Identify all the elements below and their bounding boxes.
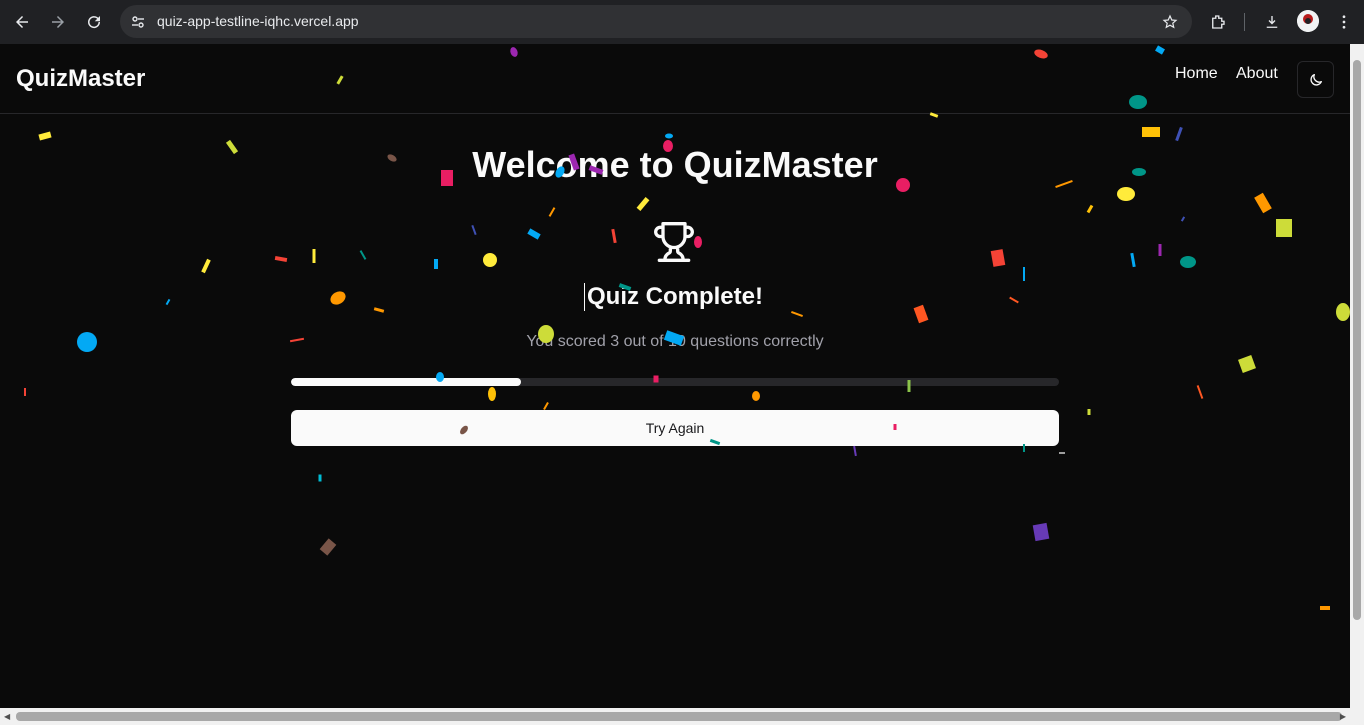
confetti-piece [1023,267,1025,281]
profile-avatar[interactable] [1297,10,1319,32]
confetti-piece [853,445,857,457]
confetti-piece [312,249,316,263]
confetti-piece [1320,606,1330,610]
quiz-complete-heading: Quiz Complete! [586,283,763,310]
confetti-piece [1158,244,1162,256]
menu-kebab-icon[interactable] [1332,10,1356,34]
site-header: QuizMaster Home About [0,44,1350,114]
trophy-icon [654,222,694,262]
moon-icon [1309,73,1322,86]
page: QuizMaster Home About Welcome to QuizMas… [0,44,1350,708]
score-progress-fill [291,378,522,386]
confetti-piece [791,311,803,317]
confetti-piece [201,258,211,274]
confetti-piece [636,197,650,211]
horizontal-scrollbar-thumb[interactable] [16,712,1342,721]
confetti-piece [38,131,52,141]
confetti-piece [471,224,477,236]
confetti-piece [1196,385,1204,399]
confetti-piece [1130,252,1136,268]
confetti-piece [1175,126,1183,142]
confetti-piece [488,387,496,401]
confetti-piece [1180,256,1196,268]
nav-about-link[interactable]: About [1236,65,1278,83]
vertical-scrollbar-thumb[interactable] [1353,60,1361,620]
horizontal-scrollbar[interactable]: ◀ ▶ [0,708,1364,725]
confetti-piece [319,538,337,556]
toolbar-divider [1244,13,1245,31]
scroll-right-icon[interactable]: ▶ [1340,712,1346,721]
site-info-icon[interactable] [128,12,148,32]
confetti-piece [1254,192,1272,214]
bookmark-star-icon[interactable] [1160,12,1180,32]
confetti-piece [527,228,541,240]
address-bar[interactable]: quiz-app-testline-iqhc.vercel.app [120,5,1192,38]
confetti-piece [548,207,556,217]
confetti-piece [1117,187,1135,201]
text-caret [584,283,585,311]
score-progress-bar [291,378,1059,386]
confetti-piece [434,259,438,269]
confetti-piece [1087,409,1091,415]
confetti-piece [752,391,760,401]
confetti-piece [1059,452,1065,454]
try-again-button[interactable]: Try Again [291,410,1059,446]
confetti-piece [24,388,26,396]
confetti-piece [1238,355,1256,373]
back-icon[interactable] [10,10,34,34]
nav-home-link[interactable]: Home [1175,65,1218,83]
score-text: You scored 3 out of 10 questions correct… [526,333,824,350]
confetti-piece [665,133,673,139]
brand-logo[interactable]: QuizMaster [16,65,145,93]
download-icon[interactable] [1260,10,1284,34]
confetti-piece [543,402,549,410]
scroll-left-icon[interactable]: ◀ [4,712,10,721]
confetti-piece [1142,127,1160,137]
url-text[interactable]: quiz-app-testline-iqhc.vercel.app [157,13,359,29]
confetti-piece [1276,219,1292,237]
confetti-piece [1086,204,1094,214]
forward-icon[interactable] [46,10,70,34]
confetti-piece [483,253,497,267]
page-title: Welcome to QuizMaster [472,144,878,185]
confetti-piece [1180,216,1186,222]
confetti-piece [359,250,367,260]
extensions-icon[interactable] [1206,10,1230,34]
vertical-scrollbar[interactable] [1350,44,1364,708]
theme-toggle-button[interactable] [1297,61,1334,98]
confetti-piece [1032,522,1050,542]
confetti-piece [318,474,322,482]
confetti-piece [274,255,288,263]
browser-toolbar: quiz-app-testline-iqhc.vercel.app [0,0,1364,44]
reload-icon[interactable] [82,10,106,34]
confetti-piece [990,249,1006,267]
confetti-piece [611,228,617,244]
